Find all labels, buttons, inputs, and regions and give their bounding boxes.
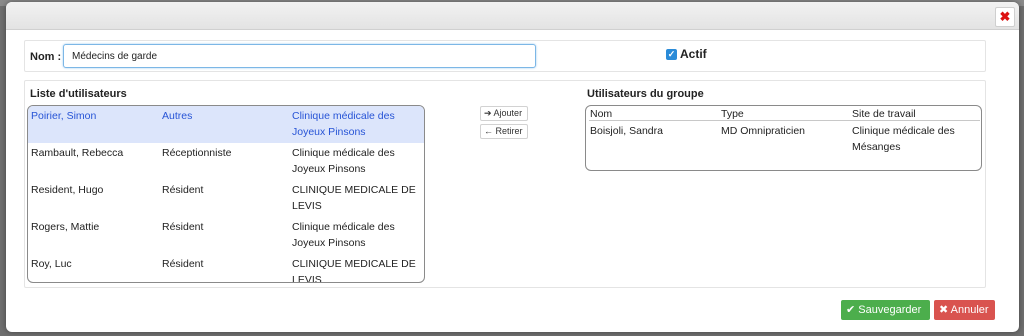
- user-site: Clinique médicale des Joyeux Pinsons: [292, 221, 395, 249]
- group-users-title: Utilisateurs du groupe: [587, 88, 704, 100]
- group-user-type: MD Omnipraticien: [721, 125, 806, 137]
- cancel-button[interactable]: ✖ Annuler: [934, 300, 995, 320]
- column-header-name: Nom: [590, 108, 613, 120]
- user-row-rambault-rebecca[interactable]: Rambault, Rebecca Réceptionniste Cliniqu…: [28, 143, 424, 180]
- user-type: Résident: [162, 258, 204, 270]
- user-site: Clinique médicale des Joyeux Pinsons: [292, 147, 395, 175]
- user-name: Poirier, Simon: [31, 110, 97, 122]
- user-type: Résident: [162, 184, 204, 196]
- user-row-rogers-mattie[interactable]: Rogers, Mattie Résident Clinique médical…: [28, 217, 424, 254]
- close-icon: ✖: [999, 9, 1011, 24]
- save-button[interactable]: ✔ Sauvegarder: [841, 300, 930, 320]
- user-name: Rogers, Mattie: [31, 221, 100, 233]
- name-input[interactable]: [63, 44, 536, 68]
- user-row-roy-luc[interactable]: Roy, Luc Résident CLINIQUE MEDICALE DE L…: [28, 254, 424, 283]
- user-site: CLINIQUE MEDICALE DE LEVIS: [292, 258, 416, 283]
- user-site: Clinique médicale des Joyeux Pinsons: [292, 110, 395, 138]
- group-users-table[interactable]: Nom Type Site de travail Boisjoli, Sandr…: [585, 105, 982, 171]
- column-header-type: Type: [721, 108, 744, 120]
- user-name: Rambault, Rebecca: [31, 147, 124, 159]
- dialog-titlebar: ✖: [6, 2, 1019, 30]
- column-header-site: Site de travail: [852, 108, 916, 120]
- user-type: Réceptionniste: [162, 147, 232, 159]
- user-list[interactable]: Poirier, Simon Autres Clinique médicale …: [27, 105, 425, 283]
- check-icon: ✓: [667, 48, 676, 59]
- user-type: Autres: [162, 110, 193, 122]
- user-list-title: Liste d'utilisateurs: [30, 88, 127, 100]
- user-row-poirier-simon[interactable]: Poirier, Simon Autres Clinique médicale …: [28, 106, 424, 143]
- group-users-header: Nom Type Site de travail: [589, 106, 980, 121]
- active-checkbox[interactable]: ✓: [666, 48, 677, 60]
- group-user-name: Boisjoli, Sandra: [590, 125, 663, 137]
- user-name: Roy, Luc: [31, 258, 72, 270]
- user-site: CLINIQUE MEDICALE DE LEVIS: [292, 184, 416, 212]
- user-name: Resident, Hugo: [31, 184, 104, 196]
- name-label: Nom :: [30, 51, 62, 63]
- close-button[interactable]: ✖: [995, 7, 1015, 27]
- user-row-resident-hugo[interactable]: Resident, Hugo Résident CLINIQUE MEDICAL…: [28, 180, 424, 217]
- user-type: Résident: [162, 221, 204, 233]
- add-user-button[interactable]: ➔ Ajouter: [480, 106, 528, 121]
- active-label: Actif: [680, 47, 707, 61]
- group-user-site: Clinique médicale des Mésanges: [852, 125, 955, 153]
- active-checkbox-group[interactable]: ✓ Actif: [666, 47, 707, 61]
- remove-user-button[interactable]: ← Retirer: [480, 124, 528, 139]
